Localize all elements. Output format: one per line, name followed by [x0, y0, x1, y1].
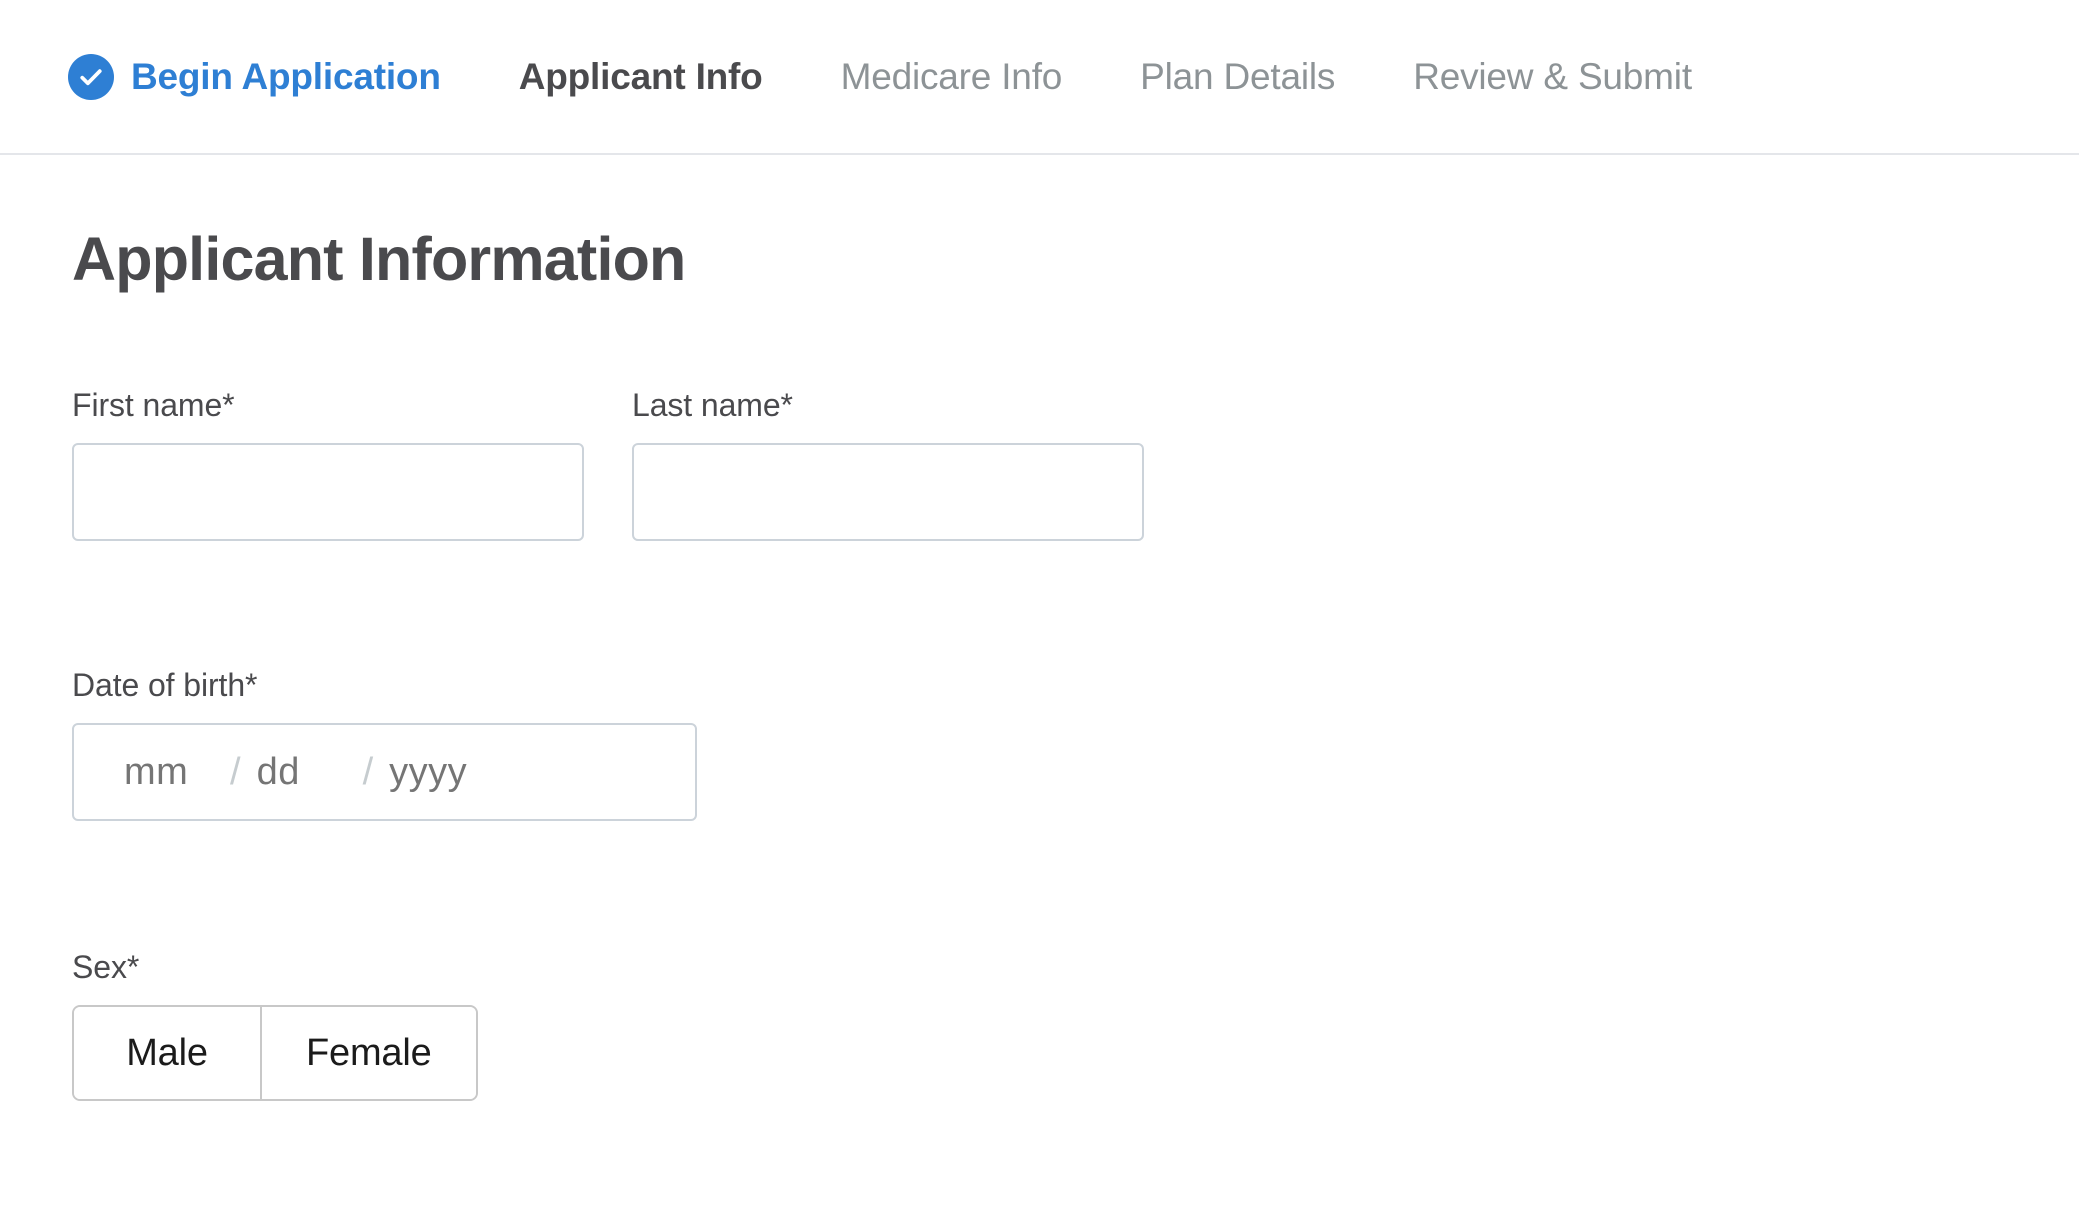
last-name-input[interactable]: [632, 443, 1144, 542]
step-review-submit[interactable]: Review & Submit: [1413, 56, 1692, 98]
sex-toggle-group: Male Female: [72, 1005, 478, 1102]
step-label-begin-application: Begin Application: [131, 55, 441, 97]
date-of-birth-field-group: Date of birth* / /: [72, 667, 2079, 822]
step-applicant-info[interactable]: Applicant Info: [519, 56, 763, 98]
last-name-label: Last name*: [632, 387, 793, 424]
sex-field-group: Sex* Male Female: [72, 949, 2079, 1102]
name-fields-row: First name* Last name*: [72, 387, 2079, 542]
first-name-label: First name*: [72, 387, 235, 424]
sex-option-male[interactable]: Male: [74, 1007, 260, 1100]
step-begin-application[interactable]: Begin Application: [68, 53, 441, 100]
sex-option-female[interactable]: Female: [260, 1007, 476, 1100]
step-medicare-info[interactable]: Medicare Info: [841, 56, 1063, 98]
dob-separator-2: /: [362, 751, 374, 794]
application-stepper-nav: Begin Application Applicant Info Medicar…: [0, 0, 2079, 155]
step-label-review-submit: Review & Submit: [1413, 55, 1692, 97]
dob-year-input[interactable]: [389, 750, 515, 794]
sex-label: Sex*: [72, 949, 140, 986]
last-name-field-group: Last name*: [632, 387, 1144, 542]
applicant-info-form: Applicant Information First name* Last n…: [0, 155, 2079, 1102]
step-plan-details[interactable]: Plan Details: [1140, 56, 1335, 98]
date-of-birth-input[interactable]: / /: [72, 723, 697, 822]
first-name-field-group: First name*: [72, 387, 584, 542]
dob-separator-1: /: [230, 751, 241, 794]
first-name-input[interactable]: [72, 443, 584, 542]
page-title: Applicant Information: [72, 225, 686, 293]
dob-day-input[interactable]: [256, 750, 347, 794]
check-circle-icon: [68, 53, 114, 100]
dob-month-input[interactable]: [124, 750, 214, 794]
date-of-birth-label: Date of birth*: [72, 667, 258, 704]
step-label-medicare-info: Medicare Info: [840, 55, 1063, 97]
step-label-plan-details: Plan Details: [1140, 55, 1336, 97]
step-label-applicant-info: Applicant Info: [518, 55, 763, 97]
